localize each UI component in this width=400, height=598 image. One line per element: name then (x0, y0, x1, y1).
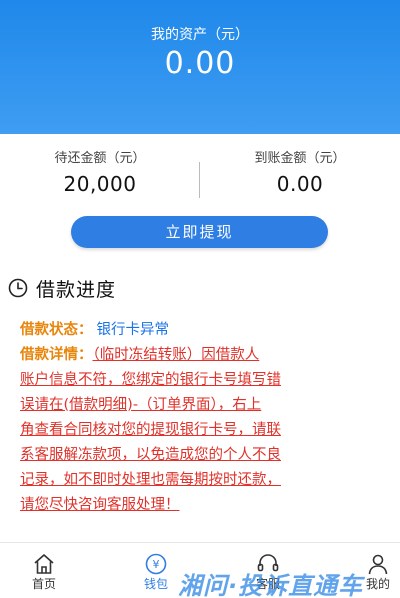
assets-value: 0.00 (164, 46, 236, 81)
loan-detail-line: 误请在(借款明细)-（订单界面），右上 (20, 397, 262, 413)
loan-detail-line: 系客服解冻款项，以免造成您的个人不良 (20, 447, 281, 463)
watermark-text: 湘问·投诉直通车 (178, 572, 364, 598)
svg-text:¥: ¥ (153, 558, 160, 571)
received-amount: 到账金额（元） 0.00 (200, 150, 400, 196)
loan-detail-label: 借款详情： (20, 347, 93, 363)
pending-amount-label: 待还金额（元） (54, 151, 146, 166)
pending-amount-value: 20,000 (63, 172, 137, 196)
tab-home-label: 首页 (31, 577, 56, 591)
loan-detail-row: 借款详情：（临时冻结转账）因借款人 (20, 343, 388, 368)
loan-detail-line: 请您尽快咨询客服处理！ (20, 497, 180, 513)
loan-status-value: 银行卡异常 (96, 322, 170, 338)
tab-home[interactable]: 首页 (4, 543, 84, 598)
received-amount-value: 0.00 (276, 172, 324, 196)
amounts-summary: 待还金额（元） 20,000 到账金额（元） 0.00 (0, 150, 400, 206)
assets-label: 我的资产（元） (151, 27, 249, 43)
loan-detail-block: 借款状态： 银行卡异常 借款详情：（临时冻结转账）因借款人 账户信息不符，您绑定的… (20, 318, 388, 518)
loan-progress-title: 借款进度 (36, 278, 117, 301)
user-icon (366, 553, 390, 575)
loan-status-row: 借款状态： 银行卡异常 (20, 318, 388, 343)
loan-detail-line: 记录，如不即时处理也需每期按时还款， (20, 472, 281, 488)
assets-header: 我的资产（元） 0.00 (0, 0, 400, 134)
loan-progress-header: 借款进度 (8, 275, 116, 301)
pending-amount: 待还金额（元） 20,000 (0, 150, 200, 196)
loan-detail-line: 账户信息不符，您绑定的银行卡号填写错 (20, 372, 281, 388)
received-amount-label: 到账金额（元） (254, 151, 346, 166)
loan-status-label: 借款状态： (20, 322, 93, 338)
home-icon (32, 553, 56, 575)
loan-detail-line: 角查看合同核对您的提现银行卡号，请联 (20, 422, 281, 438)
clock-icon (8, 278, 28, 298)
wallet-icon: ¥ (144, 553, 168, 575)
withdraw-button[interactable]: 立即提现 (71, 216, 328, 248)
loan-detail-line: （临时冻结转账）因借款人 (92, 347, 260, 363)
